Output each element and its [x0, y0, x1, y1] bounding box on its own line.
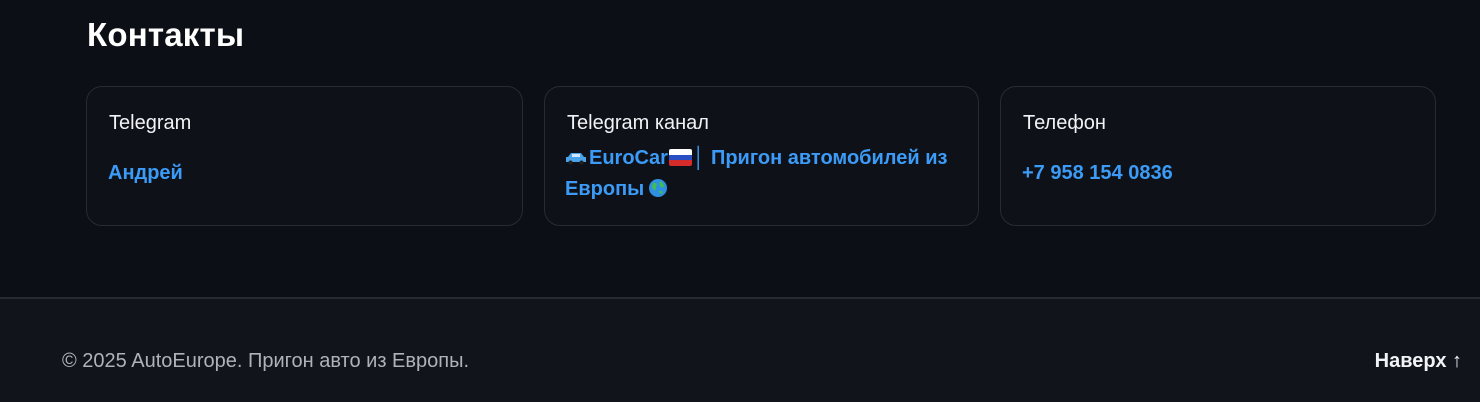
contact-label-phone: Телефон	[1023, 112, 1106, 134]
russia-flag-icon	[668, 149, 692, 166]
copyright-text: © 2025 AutoEurope. Пригон авто из Европы…	[62, 350, 470, 372]
globe-icon	[649, 179, 668, 197]
telegram-contact-link[interactable]: Андрей	[108, 158, 183, 189]
telegram-channel-link[interactable]: EuroCar │ Пригон автомобилей из Европы	[565, 143, 965, 205]
contact-card-phone: Телефон	[1000, 86, 1436, 226]
channel-name-prefix: EuroCar	[589, 147, 668, 169]
contact-label-telegram-channel: Telegram канал	[567, 112, 709, 134]
contacts-title: Контакты	[87, 16, 245, 53]
contacts-section: Контакты Telegram Андрей Telegram канал …	[0, 0, 1480, 298]
car-icon	[566, 153, 586, 165]
back-to-top-link[interactable]: Наверх ↑	[1375, 350, 1462, 373]
contact-label-telegram: Telegram	[109, 112, 192, 134]
footer: © 2025 AutoEurope. Пригон авто из Европы…	[0, 299, 1480, 402]
contact-card-telegram: Telegram	[86, 86, 523, 226]
phone-link[interactable]: +7 958 154 0836	[1022, 158, 1173, 189]
